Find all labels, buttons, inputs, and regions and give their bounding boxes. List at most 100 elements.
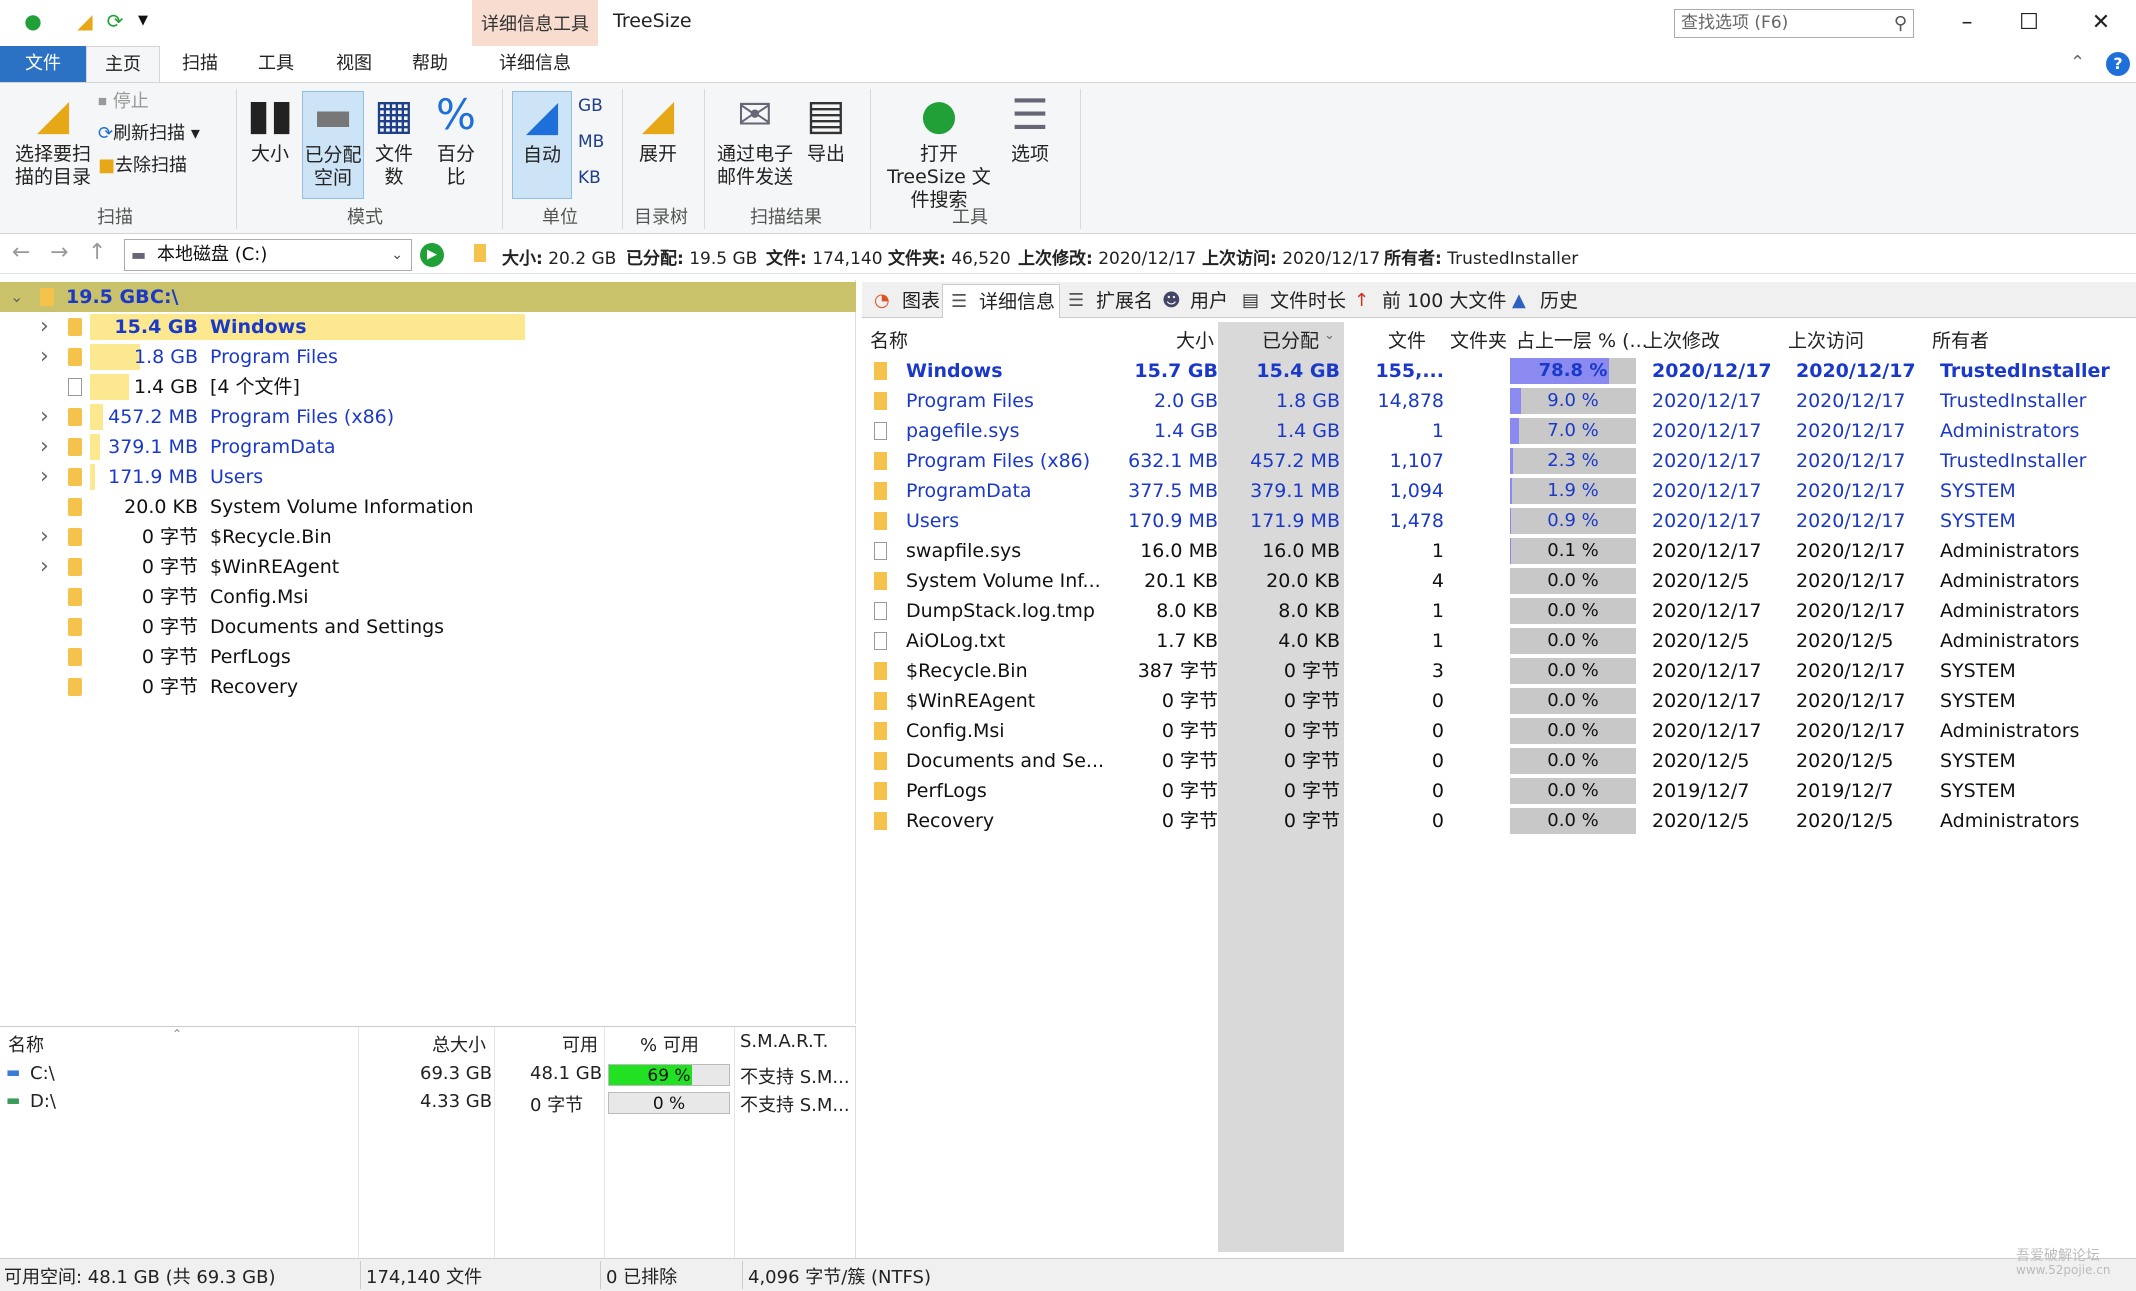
tree-row[interactable]: › 171.9 MB Users: [0, 462, 856, 492]
chevron-right-icon[interactable]: ›: [40, 552, 49, 582]
tree-row[interactable]: 0 字节 Documents and Settings: [0, 612, 856, 642]
tab-details[interactable]: 详细信息: [472, 46, 598, 82]
tree-row[interactable]: 1.4 GB [4 个文件]: [0, 372, 856, 402]
tab-home[interactable]: 主页: [86, 46, 160, 82]
tree-row[interactable]: 20.0 KB System Volume Information: [0, 492, 856, 522]
expand-tree-button[interactable]: ◢ 展开: [632, 91, 684, 166]
col-header-folders[interactable]: 文件夹: [1450, 326, 1507, 353]
mode-filecount-button[interactable]: ▦ 文件数: [368, 91, 420, 189]
unit-gb-button[interactable]: GB: [578, 91, 603, 121]
email-button[interactable]: ✉ 通过电子邮件发送: [716, 91, 794, 189]
tree-row[interactable]: › 0 字节 $WinREAgent: [0, 552, 856, 582]
table-row[interactable]: ProgramData377.5 MB379.1 MB1,0945321.9 %…: [862, 476, 2136, 506]
select-directory-button[interactable]: ◢ 选择要扫描的目录: [8, 91, 98, 189]
up-arrow-icon[interactable]: ↑: [88, 240, 106, 265]
remove-scan-button[interactable]: ■去除扫描: [98, 151, 187, 181]
tree-row[interactable]: 0 字节 Recovery: [0, 672, 856, 702]
table-row[interactable]: Program Files2.0 GB1.8 GB14,8782,0089.0 …: [862, 386, 2136, 416]
drive-header-total[interactable]: 总大小: [432, 1031, 486, 1057]
unit-auto-button[interactable]: ◢ 自动: [512, 91, 572, 199]
folder-scan-icon[interactable]: ◢: [72, 8, 98, 34]
drive-header-name[interactable]: 名称: [8, 1031, 44, 1057]
chevron-right-icon[interactable]: ›: [40, 462, 49, 492]
table-row[interactable]: Windows15.7 GB15.4 GB155,...42,31478.8 %…: [862, 356, 2136, 386]
tree-row[interactable]: › 0 字节 $Recycle.Bin: [0, 522, 856, 552]
tab-help[interactable]: 帮助: [400, 46, 460, 82]
tab-view[interactable]: 视图: [324, 46, 384, 82]
minimize-button[interactable]: –: [1942, 6, 1992, 40]
chevron-right-icon[interactable]: ›: [40, 432, 49, 462]
tab-extensions[interactable]: ☰ 扩展名: [1060, 284, 1154, 318]
chevron-right-icon[interactable]: ›: [40, 312, 49, 342]
refresh-quick-icon[interactable]: ⟳: [102, 8, 128, 34]
col-header-allocated[interactable]: 已分配: [1262, 326, 1319, 353]
table-row[interactable]: $Recycle.Bin387 字节0 字节330.0 %2020/12/172…: [862, 656, 2136, 686]
mode-percent-button[interactable]: % 百分比: [430, 91, 482, 189]
tab-chart[interactable]: ◔ 图表: [866, 284, 942, 318]
tree-row[interactable]: 0 字节 Config.Msi: [0, 582, 856, 612]
table-row[interactable]: System Volume Inf...20.1 KB20.0 KB400.0 …: [862, 566, 2136, 596]
tab-tools[interactable]: 工具: [246, 46, 306, 82]
table-row[interactable]: AiOLog.txt1.7 KB4.0 KB100.0 %2020/12/520…: [862, 626, 2136, 656]
drive-header-pct-free[interactable]: % 可用: [640, 1031, 699, 1057]
col-header-name[interactable]: 名称: [870, 326, 908, 353]
tree-row[interactable]: › 379.1 MB ProgramData: [0, 432, 856, 462]
tree-row[interactable]: › 1.8 GB Program Files: [0, 342, 856, 372]
table-row[interactable]: pagefile.sys1.4 GB1.4 GB107.0 %2020/12/1…: [862, 416, 2136, 446]
mode-size-button[interactable]: ▮▮ 大小: [246, 91, 294, 166]
col-header-modified[interactable]: 上次修改: [1644, 326, 1720, 353]
collapse-ribbon-icon[interactable]: ⌃: [2070, 52, 2085, 73]
tree-row[interactable]: › 457.2 MB Program Files (x86): [0, 402, 856, 432]
table-row[interactable]: $WinREAgent0 字节0 字节010.0 %2020/12/172020…: [862, 686, 2136, 716]
tab-scan[interactable]: 扫描: [170, 46, 230, 82]
chevron-right-icon[interactable]: ›: [40, 402, 49, 432]
tree-row[interactable]: › 15.4 GB Windows: [0, 312, 856, 342]
export-button[interactable]: ▤ 导出: [800, 91, 852, 166]
tab-top100[interactable]: ↑ 前 100 大文件: [1346, 284, 1506, 318]
table-row[interactable]: Program Files (x86) 632.1 MB 457.2 MB 1,107…: [862, 446, 2136, 476]
col-header-accessed[interactable]: 上次访问: [1788, 326, 1864, 353]
back-arrow-icon[interactable]: ←: [12, 240, 30, 265]
tree-row[interactable]: 0 字节 PerfLogs: [0, 642, 856, 672]
drive-header-free[interactable]: 可用: [562, 1031, 598, 1057]
drive-header-smart[interactable]: S.M.A.R.T.: [740, 1031, 828, 1052]
tab-details-view[interactable]: ☰ 详细信息: [942, 284, 1060, 318]
refresh-scan-button[interactable]: ⟳刷新扫描 ▾: [98, 119, 200, 149]
col-header-owner[interactable]: 所有者: [1932, 326, 1989, 353]
drive-name[interactable]: C:\: [30, 1063, 55, 1084]
file-search-button[interactable]: ● 打开 TreeSize 文件搜索: [882, 91, 996, 212]
unit-mb-button[interactable]: MB: [578, 127, 604, 157]
chevron-right-icon[interactable]: ›: [40, 342, 49, 372]
mode-allocated-button[interactable]: ▬ 已分配空间: [302, 91, 364, 199]
table-row[interactable]: PerfLogs0 字节0 字节000.0 %2019/12/72019/12/…: [862, 776, 2136, 806]
tab-history[interactable]: ▲ 历史: [1504, 284, 1582, 318]
drive-name[interactable]: D:\: [30, 1091, 56, 1112]
table-row[interactable]: DumpStack.log.tmp8.0 KB8.0 KB100.0 %2020…: [862, 596, 2136, 626]
col-header-size[interactable]: 大小: [1176, 326, 1214, 353]
maximize-button[interactable]: ☐: [2004, 6, 2054, 40]
col-header-percent[interactable]: 占上一层 % (...: [1516, 326, 1648, 353]
chevron-right-icon[interactable]: ›: [40, 522, 49, 552]
table-row[interactable]: Documents and Se...0 字节0 字节000.0 %2020/1…: [862, 746, 2136, 776]
table-row[interactable]: Recovery0 字节0 字节000.0 %2020/12/52020/12/…: [862, 806, 2136, 836]
forward-arrow-icon[interactable]: →: [50, 240, 68, 265]
qat-dropdown-icon[interactable]: ▼: [130, 8, 156, 34]
col-header-files[interactable]: 文件: [1388, 326, 1426, 353]
folder-tree[interactable]: ⌄ 19.5 GB C:\ › 15.4 GB Windows › 1.8 GB Prog…: [0, 280, 856, 1024]
unit-kb-button[interactable]: KB: [578, 163, 601, 193]
chevron-down-icon[interactable]: ⌄: [10, 282, 23, 312]
tab-file[interactable]: 文件: [0, 46, 86, 82]
tree-root-row[interactable]: ⌄ 19.5 GB C:\: [0, 282, 856, 312]
tab-users[interactable]: ☻ 用户: [1154, 284, 1232, 318]
search-options-input[interactable]: 查找选项 (F6) ⚲: [1674, 9, 1914, 38]
close-button[interactable]: ✕: [2076, 6, 2126, 40]
help-icon[interactable]: ?: [2106, 52, 2130, 76]
table-row[interactable]: Config.Msi0 字节0 字节000.0 %2020/12/172020/…: [862, 716, 2136, 746]
options-button[interactable]: ☰ 选项: [1004, 91, 1056, 166]
stop-button[interactable]: ⏹ 停止: [98, 87, 149, 117]
table-row[interactable]: swapfile.sys16.0 MB16.0 MB100.1 %2020/12…: [862, 536, 2136, 566]
table-row[interactable]: Users170.9 MB171.9 MB1,4781,4270.9 %2020…: [862, 506, 2136, 536]
start-scan-button[interactable]: ▶: [420, 243, 444, 267]
tab-file-age[interactable]: ▤ 文件时长: [1234, 284, 1346, 318]
drive-selector[interactable]: ▬ 本地磁盘 (C:) ⌄: [124, 239, 412, 271]
